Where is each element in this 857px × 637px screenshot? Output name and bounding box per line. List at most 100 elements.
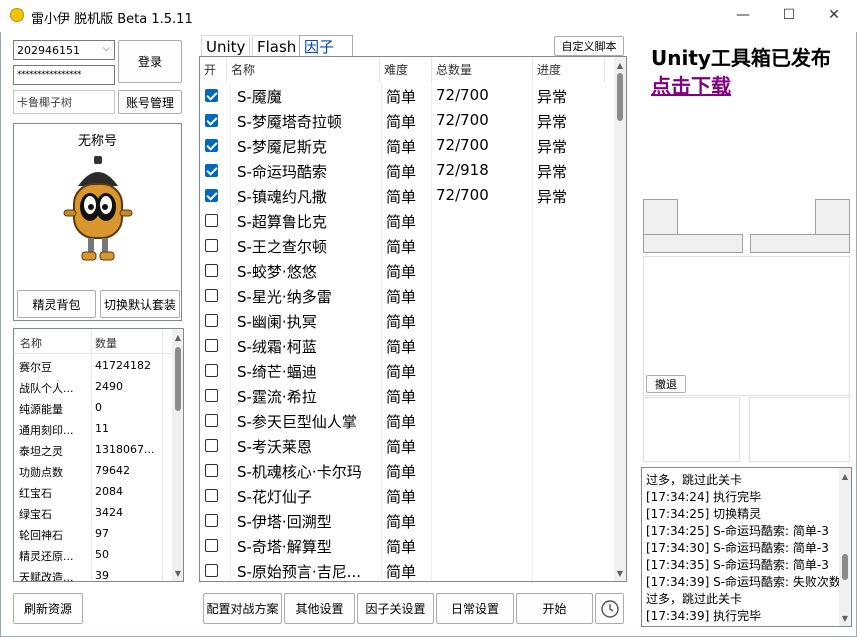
tab-factor[interactable]: 因子 [299,35,353,57]
level-row[interactable]: S-镇魂约凡撒 简单 72/700 异常 [200,183,616,208]
download-link[interactable]: 点击下载 [651,70,731,99]
level-enable-checkbox[interactable] [205,189,218,202]
level-row[interactable]: S-梦魇塔奇拉顿 简单 72/700 异常 [200,108,616,133]
resource-row[interactable]: 功勋点数 79642 [14,460,173,481]
log-line: [17:34:25] 切换精灵 [646,507,762,521]
minimize-button[interactable]: — [720,0,766,30]
scroll-down-icon[interactable]: ▼ [839,612,851,624]
resource-table[interactable]: 名称 数量 赛尔豆 41724182 战队个人... 2490 纯源能量 0 通用刻印...… [13,328,184,582]
resource-row[interactable]: 通用刻印... 11 [14,418,173,439]
refresh-resources-button[interactable]: 刷新资源 [13,593,83,624]
level-row[interactable]: S-参天巨型仙人掌 简单 [200,408,616,433]
tab-unity[interactable]: Unity [201,35,251,57]
resource-count: 97 [95,527,109,540]
level-row[interactable]: S-王之查尔顿 简单 [200,233,616,258]
level-row[interactable]: S-花灯仙子 简单 [200,483,616,508]
timer-button[interactable] [595,593,624,624]
scroll-thumb[interactable] [842,554,848,580]
tab-flash[interactable]: Flash [252,35,302,57]
level-row[interactable]: S-伊塔·回溯型 简单 [200,508,616,533]
factor-settings-button[interactable]: 因子关设置 [357,593,434,624]
level-enable-checkbox[interactable] [205,239,218,252]
level-row[interactable]: S-考沃莱恩 简单 [200,433,616,458]
level-enable-checkbox[interactable] [205,514,218,527]
level-enable-checkbox[interactable] [205,264,218,277]
level-row[interactable]: S-机魂核心·卡尔玛 简单 [200,458,616,483]
resource-row[interactable]: 红宝石 2084 [14,481,173,502]
login-button[interactable]: 登录 [118,40,182,83]
scroll-up-icon[interactable]: ▲ [172,331,183,343]
resource-scrollbar[interactable]: ▲ ▼ [172,329,183,581]
level-total: 72/700 [436,186,489,204]
resource-count: 79642 [95,464,130,477]
resource-row[interactable]: 天赋改造... 39 [14,565,173,581]
level-name: S-机魂核心·卡尔玛 [237,463,362,481]
level-difficulty: 简单 [386,363,417,381]
level-enable-checkbox[interactable] [205,414,218,427]
level-enable-checkbox[interactable] [205,564,218,577]
nickname-field[interactable]: 卡鲁椰子树 [13,90,115,114]
resource-row[interactable]: 绿宝石 3424 [14,502,173,523]
start-button[interactable]: 开始 [516,593,593,624]
level-enable-checkbox[interactable] [205,89,218,102]
level-enable-checkbox[interactable] [205,314,218,327]
level-enable-checkbox[interactable] [205,364,218,377]
level-row[interactable]: S-命运玛酷索 简单 72/918 异常 [200,158,616,183]
level-row[interactable]: S-奇塔·解算型 简单 [200,533,616,558]
resource-row[interactable]: 赛尔豆 41724182 [14,355,173,376]
other-settings-button[interactable]: 其他设置 [284,593,355,624]
level-row[interactable]: S-霆流·希拉 简单 [200,383,616,408]
scroll-down-icon[interactable]: ▼ [614,567,626,579]
level-row[interactable]: S-绒霜·柯蓝 简单 [200,333,616,358]
level-enable-checkbox[interactable] [205,339,218,352]
resource-name: 绿宝石 [19,508,52,521]
level-enable-checkbox[interactable] [205,464,218,477]
daily-settings-button[interactable]: 日常设置 [436,593,514,624]
level-row[interactable]: S-梦魇尼斯克 简单 72/700 异常 [200,133,616,158]
battle-plan-button[interactable]: 配置对战方案 [203,593,282,624]
switch-suit-button[interactable]: 切换默认套装 [100,290,180,318]
level-row[interactable]: S-绮芒·蝠迪 简单 [200,358,616,383]
level-scrollbar[interactable]: ▲ ▼ [614,57,626,581]
custom-script-button[interactable]: 自定义脚本 [554,36,624,56]
level-enable-checkbox[interactable] [205,389,218,402]
level-row[interactable]: S-星光·纳多雷 简单 [200,283,616,308]
spirit-bag-button[interactable]: 精灵背包 [17,290,96,318]
level-list[interactable]: 开 名称 难度 总数量 进度 S-魇魔 简单 72/700 异常 S-梦魇塔奇拉顿 简单 7… [199,56,627,582]
resource-row[interactable]: 精灵还原... 50 [14,544,173,565]
level-row[interactable]: S-魇魔 简单 72/700 异常 [200,83,616,108]
resource-row[interactable]: 轮回神石 97 [14,523,173,544]
window-title: 雷小伊 脱机版 Beta 1.5.11 [31,12,193,27]
undo-button[interactable]: 撤退 [646,375,686,393]
level-row[interactable]: S-超算鲁比克 简单 [200,208,616,233]
level-row[interactable]: S-原始预言·吉尼... 简单 [200,558,616,581]
resource-count: 3424 [95,506,123,519]
level-enable-checkbox[interactable] [205,139,218,152]
level-enable-checkbox[interactable] [205,489,218,502]
password-field[interactable]: **************** [13,65,115,85]
level-row[interactable]: S-幽阑·执冥 简单 [200,308,616,333]
level-row[interactable]: S-蛟梦·悠悠 简单 [200,258,616,283]
level-enable-checkbox[interactable] [205,214,218,227]
scroll-down-icon[interactable]: ▼ [172,567,183,579]
resource-row[interactable]: 泰坦之灵 1318067... [14,439,173,460]
log-scrollbar[interactable]: ▲ ▼ [839,468,851,626]
level-enable-checkbox[interactable] [205,439,218,452]
log-panel[interactable]: 过多，跳过此关卡 [17:34:24] 执行完毕 [17:34:25] 切换精灵 [1… [641,467,852,627]
resource-row[interactable]: 纯源能量 0 [14,397,173,418]
level-difficulty: 简单 [386,563,417,581]
account-id-select[interactable]: 202946151 ⌵ [13,40,115,60]
scroll-thumb[interactable] [175,347,181,411]
scroll-thumb[interactable] [617,73,623,121]
scroll-up-icon[interactable]: ▲ [839,470,851,482]
maximize-button[interactable]: ☐ [766,0,812,30]
resource-row[interactable]: 战队个人... 2490 [14,376,173,397]
close-button[interactable]: ✕ [811,0,857,30]
level-enable-checkbox[interactable] [205,539,218,552]
level-enable-checkbox[interactable] [205,114,218,127]
account-manage-button[interactable]: 账号管理 [118,90,182,114]
level-enable-checkbox[interactable] [205,289,218,302]
title-bar[interactable]: 雷小伊 脱机版 Beta 1.5.11 — ☐ ✕ [0,0,857,32]
scroll-up-icon[interactable]: ▲ [614,59,626,71]
level-enable-checkbox[interactable] [205,164,218,177]
